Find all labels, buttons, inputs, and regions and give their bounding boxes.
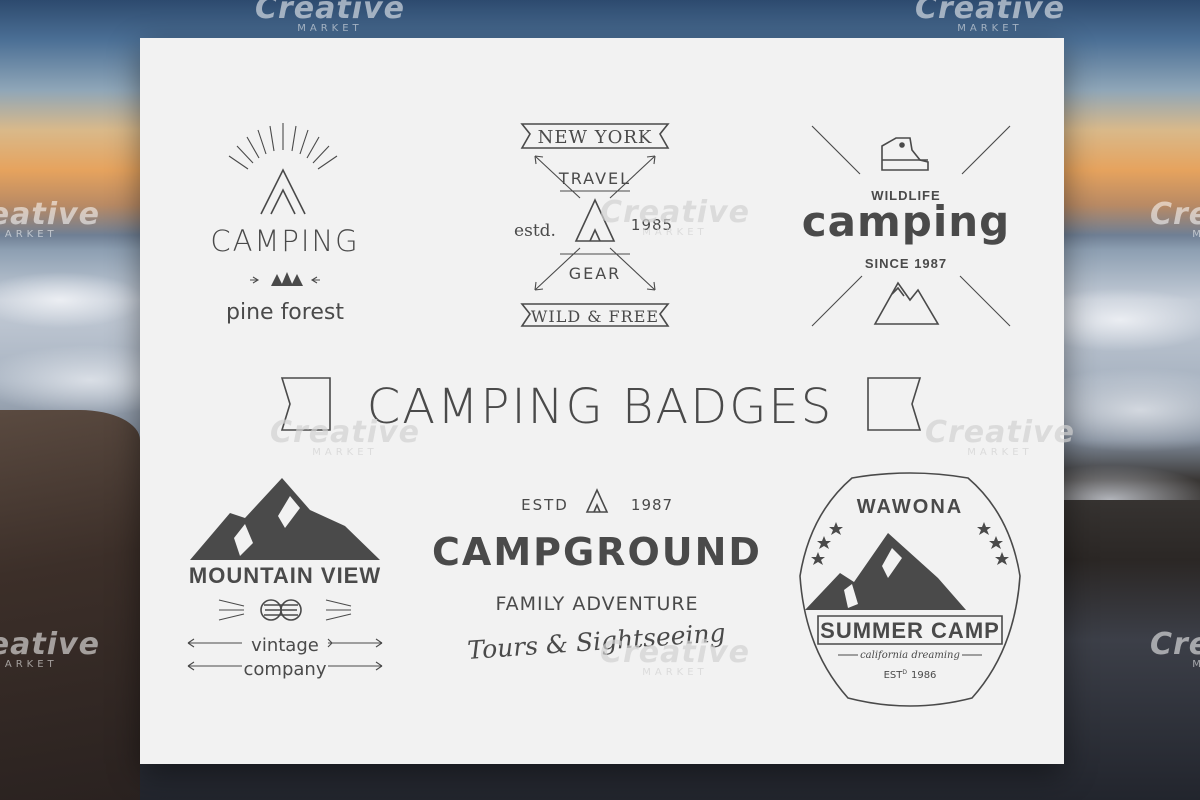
mountain-icon — [190, 478, 380, 560]
badge-title: MOUNTAIN VIEW — [189, 563, 381, 588]
travel-text: TRAVEL — [558, 169, 631, 188]
tent-icon — [260, 168, 306, 215]
year-text: 1987 — [631, 496, 673, 514]
watermark: CreativeMARKET — [915, 0, 1065, 34]
estd-text: estd. — [514, 221, 556, 241]
watermark: CreativeMARKET — [255, 0, 405, 34]
hiking-boot-icon — [881, 137, 929, 171]
watermark: CreativeMARKET — [0, 197, 100, 240]
estd-text: ESTD — [521, 496, 569, 514]
pine-trees-icon — [250, 272, 320, 286]
badges-sheet: .ink { fill: #4a4a4a; } .stroke { stroke… — [140, 38, 1074, 764]
badge-wildlife-camping: WILDLIFE camping SINCE 1987 — [802, 125, 1011, 327]
company-text: company — [244, 659, 327, 680]
ribbon-top-text: NEW YORK — [538, 127, 653, 148]
badge-top-text: WAWONA — [857, 496, 963, 518]
since-text: SINCE 1987 — [865, 256, 947, 271]
badge-title: CAMPING — [210, 224, 359, 258]
rock-foreground — [0, 410, 140, 800]
family-adventure-text: FAMILY ADVENTURE — [495, 593, 698, 615]
est-text: ESTD 1986 — [884, 669, 937, 681]
sunburst-icon — [228, 123, 338, 170]
badge-title: camping — [802, 197, 1010, 246]
badge-title: CAMPGROUND — [432, 530, 762, 574]
mountain-icon — [805, 533, 966, 610]
gear-text: GEAR — [569, 264, 622, 283]
watermark: CreativeMARKET — [1150, 197, 1200, 240]
watermark: CreativeMARKET — [0, 627, 100, 670]
watermark: CreativeMARKET — [600, 195, 750, 238]
watermark: CreativeMARKET — [270, 415, 420, 458]
tent-icon — [585, 488, 609, 513]
watermark: CreativeMARKET — [600, 635, 750, 678]
script-text: california dreaming — [860, 650, 960, 661]
badge-camping-pine-forest: CAMPING pine forest — [210, 123, 359, 325]
watermark: CreativeMARKET — [1150, 627, 1200, 670]
vintage-text: vintage — [251, 635, 319, 656]
rope-icon — [260, 599, 302, 621]
ribbon-text: SUMMER CAMP — [820, 618, 1000, 643]
watermark: CreativeMARKET — [925, 415, 1075, 458]
badge-mountain-view: MOUNTAIN VIEW vintage company — [187, 478, 383, 680]
badge-wawona-summer-camp: WAWONA SUMMER CAMP california dreaming E… — [799, 472, 1021, 707]
ribbon-bottom-text: WILD & FREE — [531, 307, 659, 326]
badge-subtitle: pine forest — [226, 300, 344, 325]
mountain-icon — [873, 281, 940, 325]
page-title: CAMPING BADGES — [367, 379, 833, 435]
